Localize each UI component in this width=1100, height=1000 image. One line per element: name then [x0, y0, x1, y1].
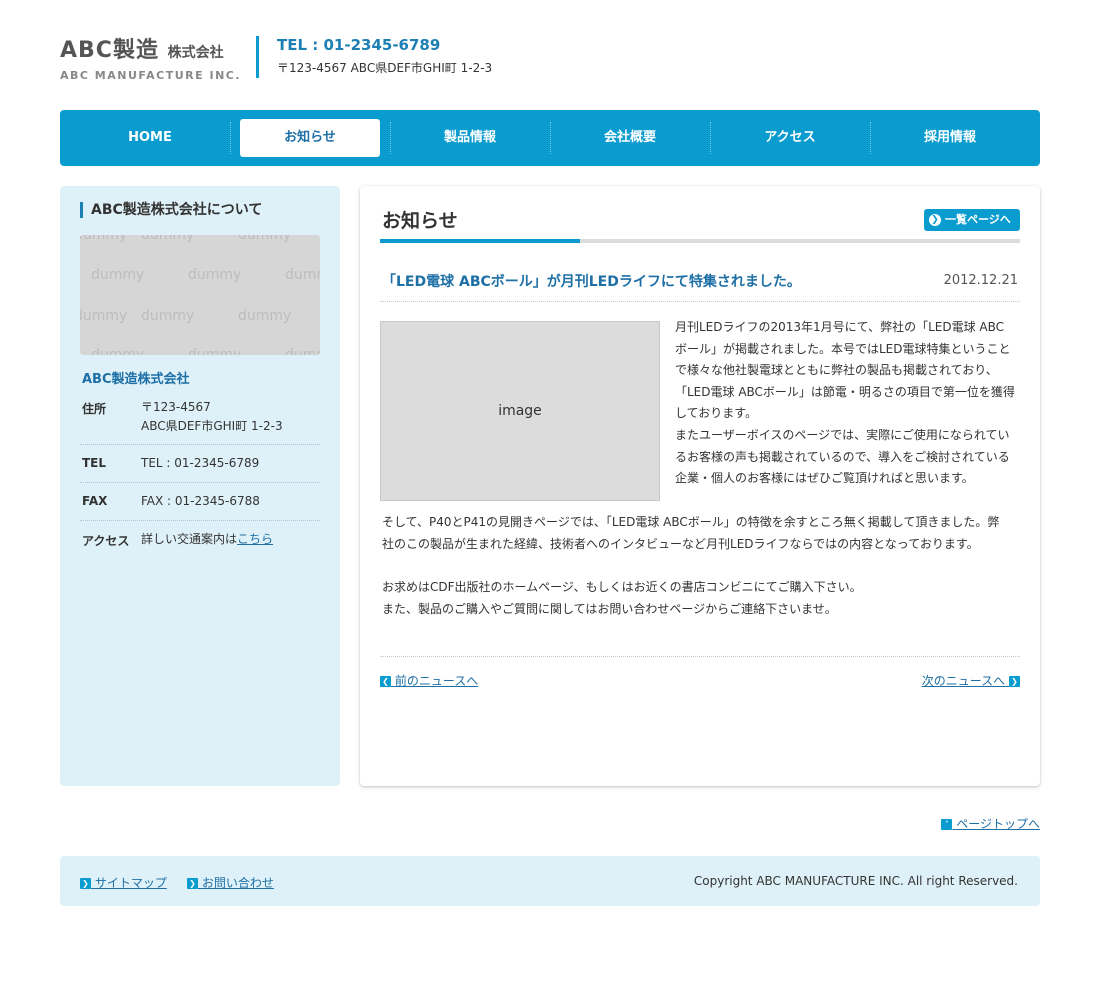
header-divider [256, 36, 259, 78]
footer-sitemap-link[interactable]: ❯ サイトマップ [80, 874, 167, 891]
dummy-watermark: dummy [80, 308, 128, 324]
dummy-watermark: dummy [238, 235, 292, 243]
chevron-left-icon: ❮ [380, 676, 391, 687]
text-line: 「LED電球 ABCボール」は節電・明るさの項目で第一位を獲得 [675, 384, 1015, 399]
site-footer: ❯ サイトマップ ❯ お問い合わせ Copyright ABC MANUFACT… [60, 856, 1040, 906]
info-value: 詳しい交通案内はこちら [141, 530, 273, 549]
chevron-up-icon: ˄ [941, 819, 953, 830]
info-row-access: アクセス 詳しい交通案内はこちら [80, 521, 320, 559]
sidebar: ABC製造株式会社について dummy dummy dummy dummy du… [60, 186, 340, 786]
logo-main-small: 株式会社 [167, 45, 224, 61]
nav-divider [390, 122, 391, 154]
sidebar-company-name: ABC製造株式会社 [82, 372, 190, 387]
text-line: また、製品のご購入やご質問に関してはお問い合わせページからご連絡下さいませ。 [382, 601, 837, 616]
sidebar-image: dummy dummy dummy dummy dummy dummy dumm… [80, 235, 320, 355]
access-text: 詳しい交通案内は [141, 532, 238, 546]
dummy-watermark: dummy [141, 235, 195, 243]
dummy-watermark: dummy [188, 347, 242, 355]
text-line: またユーザーボイスのページでは、実際にご使用になられてい [675, 427, 1010, 442]
nav-item-recruit[interactable]: 採用情報 [880, 119, 1020, 157]
article-paragraph-2: そして、P40とP41の見開きページでは、「LED電球 ABCボール」の特徴を余… [382, 512, 1022, 555]
copyright: Copyright ABC MANUFACTURE INC. All right… [693, 874, 1018, 888]
dummy-watermark: dummy [238, 308, 292, 324]
text-line: お求めはCDF出版社のホームページ、もしくはお近くの書店コンビニにてご購入下さい… [382, 580, 862, 594]
nav-divider [710, 122, 711, 154]
header-tel: TEL : 01-2345-6789 [277, 36, 441, 54]
nav-divider [870, 122, 871, 154]
info-value-line1: 〒123-4567 [141, 400, 211, 414]
info-value: FAX : 01-2345-6788 [141, 494, 260, 508]
main-content: お知らせ ❯ 一覧ページへ 「LED電球 ABCボール」が月刊LEDライフにて特… [360, 186, 1040, 786]
dummy-watermark: dummy [141, 308, 195, 324]
site-header: ABC製造 株式会社 ABC MANUFACTURE INC. TEL : 01… [60, 32, 1040, 82]
info-row-address: 住所 〒123-4567 ABC県DEF市GHI町 1-2-3 [80, 392, 320, 445]
nav-divider [230, 122, 231, 154]
text-line: しております。 [675, 406, 758, 421]
site-logo[interactable]: ABC製造 株式会社 ABC MANUFACTURE INC. [60, 32, 245, 82]
list-page-button[interactable]: ❯ 一覧ページへ [924, 209, 1020, 231]
page-top-link[interactable]: ˄ ページトップへ [941, 815, 1040, 832]
footer-contact-link[interactable]: ❯ お問い合わせ [187, 874, 274, 891]
info-value: TEL : 01-2345-6789 [141, 456, 260, 470]
prev-news-link[interactable]: ❮ 前のニュースへ [380, 672, 478, 689]
dummy-watermark: dummy [285, 347, 320, 355]
page-top-label: ページトップへ [956, 817, 1040, 831]
article-date: 2012.12.21 [943, 273, 1018, 288]
text-line: そして、P40とP41の見開きページでは、「LED電球 ABCボール」の特徴を余… [382, 515, 1000, 529]
dummy-watermark: dummy [80, 235, 128, 243]
dummy-watermark: dummy [285, 267, 320, 283]
dummy-watermark: dummy [91, 267, 145, 283]
info-row-tel: TEL TEL : 01-2345-6789 [80, 445, 320, 483]
pager-divider [380, 656, 1020, 657]
next-news-label: 次のニュースへ [921, 674, 1006, 688]
article-title: 「LED電球 ABCボール」が月刊LEDライフにて特集されました。 [382, 274, 801, 290]
dummy-watermark: dummy [188, 267, 242, 283]
dummy-watermark: dummy [91, 347, 145, 355]
text-line: で様々な他社製電球とともに弊社の製品も掲載されており、 [675, 363, 998, 378]
footer-sitemap-label: サイトマップ [94, 876, 167, 890]
next-news-link[interactable]: 次のニュースへ ❯ [922, 672, 1020, 689]
logo-main-text: ABC製造 [60, 38, 159, 63]
article-image: image [380, 321, 660, 501]
info-label: TEL [82, 456, 107, 470]
page-title: お知らせ [382, 210, 458, 232]
text-line: 社のこの製品が生まれた経緯、技術者へのインタビューなど月刊LEDライフならではの… [382, 536, 979, 551]
text-line: 月刊LEDライフの2013年1月号にて、弊社の「LED電球 ABC [675, 320, 1005, 334]
text-line: るお客様の声も掲載されているので、導入をご検討されている [675, 449, 1010, 464]
list-page-label: 一覧ページへ [945, 213, 1011, 226]
nav-item-products[interactable]: 製品情報 [400, 119, 540, 157]
article-image-label: image [498, 403, 542, 419]
article-divider [380, 301, 1020, 302]
nav-item-company[interactable]: 会社概要 [560, 119, 700, 157]
global-nav: HOME お知らせ 製品情報 会社概要 アクセス 採用情報 [60, 110, 1040, 166]
prev-news-label: 前のニュースへ [394, 674, 479, 688]
logo-subtitle: ABC MANUFACTURE INC. [60, 69, 242, 82]
chevron-right-icon: ❯ [1009, 676, 1020, 687]
header-address: 〒123-4567 ABC県DEF市GHI町 1-2-3 [277, 61, 493, 75]
text-line: ボール」が掲載されました。本号ではLED電球特集ということ [675, 341, 1011, 356]
chevron-right-icon: ❯ [187, 878, 198, 889]
sidebar-title: ABC製造株式会社について [80, 202, 262, 218]
chevron-right-icon: ❯ [929, 214, 941, 226]
info-label: FAX [82, 494, 108, 508]
logo-main: ABC製造 株式会社 [60, 32, 245, 64]
nav-item-access[interactable]: アクセス [720, 119, 860, 157]
article-paragraph-1: 月刊LEDライフの2013年1月号にて、弊社の「LED電球 ABC ボール」が掲… [675, 317, 1023, 490]
nav-item-news[interactable]: お知らせ [240, 119, 380, 157]
info-label: 住所 [82, 402, 107, 416]
text-line: 企業・個人のお客様にはぜひご覧頂ければと思います。 [675, 471, 974, 486]
access-link[interactable]: こちら [237, 532, 273, 546]
article-paragraph-3: お求めはCDF出版社のホームページ、もしくはお近くの書店コンビニにてご購入下さい… [382, 577, 1022, 620]
info-label: アクセス [82, 534, 130, 548]
footer-contact-label: お問い合わせ [201, 876, 274, 890]
nav-divider [550, 122, 551, 154]
chevron-right-icon: ❯ [80, 878, 91, 889]
info-row-fax: FAX FAX : 01-2345-6788 [80, 483, 320, 521]
info-value-line2: ABC県DEF市GHI町 1-2-3 [141, 419, 283, 433]
nav-item-home[interactable]: HOME [80, 119, 220, 157]
title-underline-accent [380, 239, 580, 243]
